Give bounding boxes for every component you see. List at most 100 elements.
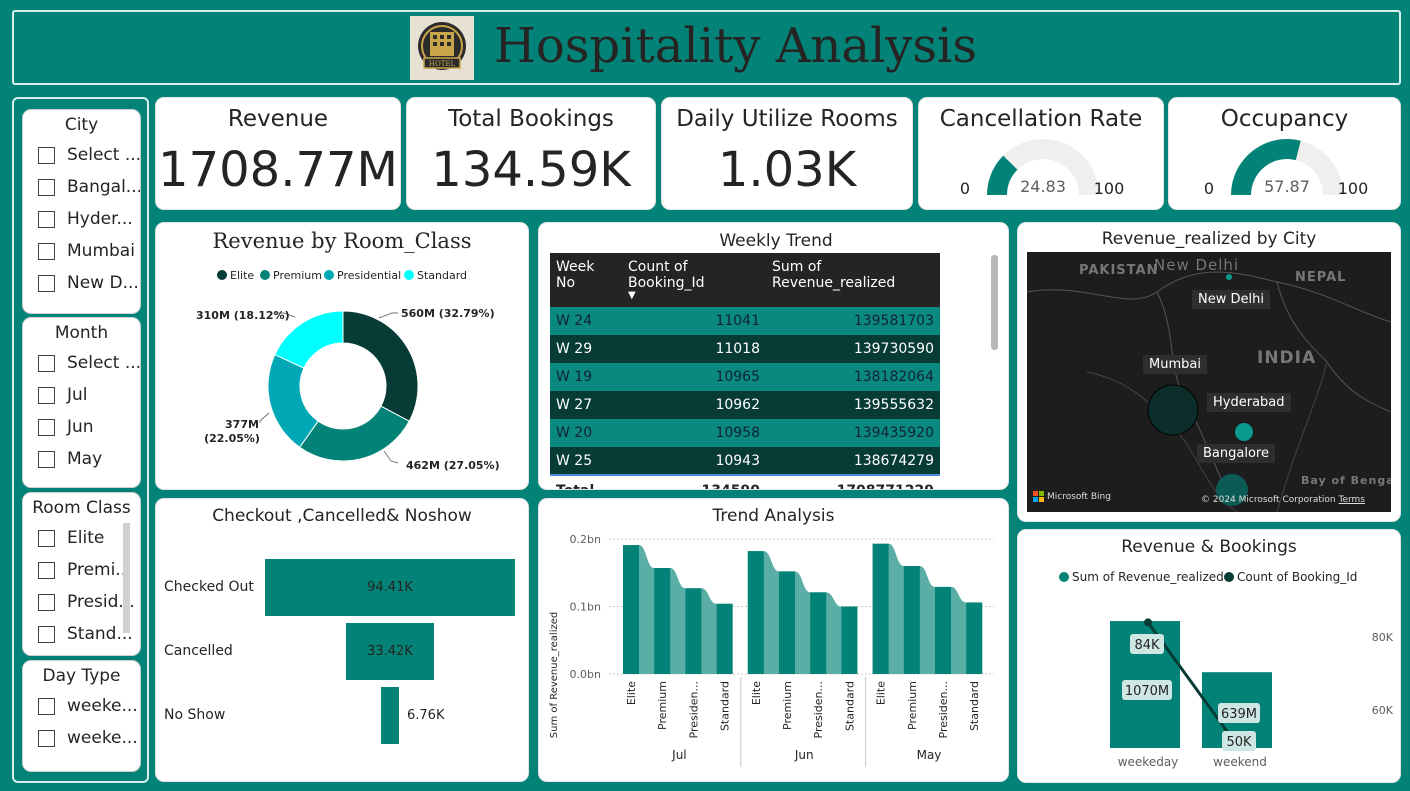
trend-area xyxy=(623,545,733,674)
checkbox-icon[interactable] xyxy=(38,146,55,164)
checkbox-icon[interactable] xyxy=(38,418,55,436)
column-header-revenue[interactable]: Sum of Revenue_realized xyxy=(766,253,940,307)
checkbox-icon[interactable] xyxy=(38,697,55,715)
city-slicer: City Select ... Bangal... Hyder... Mumba… xyxy=(22,109,141,314)
funnel-bar-no-show[interactable] xyxy=(381,687,399,744)
table-row[interactable]: W 27 10962 139555632 xyxy=(550,391,940,419)
occupancy-card[interactable]: Occupancy 57.87 0 100 xyxy=(1168,97,1401,210)
trend-bar xyxy=(935,586,951,674)
city-marker-mumbai[interactable] xyxy=(1147,384,1199,436)
legend-revenue: Sum of Revenue_realized xyxy=(1072,570,1224,584)
label-presidential-value: 377M xyxy=(225,418,259,431)
column-header-week[interactable]: Week No xyxy=(550,253,622,307)
month-option[interactable]: Jul xyxy=(23,379,140,411)
map-canvas[interactable]: PAKISTAN New Delhi NEPAL INDIA Bay of Be… xyxy=(1027,252,1391,512)
trend-bar xyxy=(685,588,702,674)
combo-bookings-label: 84K xyxy=(1134,638,1160,653)
city-marker-new-delhi[interactable] xyxy=(1226,274,1232,280)
map-city-label: New Delhi xyxy=(1192,290,1270,309)
funnel-label: No Show xyxy=(164,707,226,723)
city-option[interactable]: Select ... xyxy=(23,139,140,171)
microsoft-logo-icon xyxy=(1033,491,1044,502)
trend-chart: Sum of Revenue_realized 0.0bn0.1bn0.2bn … xyxy=(549,533,994,767)
legend-standard-marker xyxy=(404,270,414,280)
city-option[interactable]: Bangal... xyxy=(23,171,140,203)
y2-tick: 60K xyxy=(1372,704,1394,717)
trend-ytick: 0.1bn xyxy=(570,601,601,614)
table-scrollbar[interactable] xyxy=(991,255,998,350)
day-type-slicer-title: Day Type xyxy=(42,666,121,686)
checkbox-icon[interactable] xyxy=(38,593,55,611)
terms-link[interactable]: Terms xyxy=(1338,495,1365,505)
revenue-bookings-visual[interactable]: Revenue & Bookings Sum of Revenue_realiz… xyxy=(1017,529,1401,783)
revenue-card[interactable]: Revenue 1708.77M xyxy=(155,97,401,210)
leader-line xyxy=(383,450,399,464)
month-option[interactable]: Select ... xyxy=(23,347,140,379)
day-type-option[interactable]: weeke... xyxy=(23,690,140,722)
trend-xtick: Presiden... xyxy=(937,681,950,739)
weekly-title: Weekly Trend xyxy=(719,231,833,251)
table-row[interactable]: W 29 11018 139730590 xyxy=(550,335,940,363)
table-row[interactable]: W 24 11041 139581703 xyxy=(550,307,940,335)
table-row[interactable]: W 25 10943 138674279 xyxy=(550,447,940,475)
slicer-scrollbar[interactable] xyxy=(123,523,130,633)
checkbox-icon[interactable] xyxy=(38,529,55,547)
checkbox-icon[interactable] xyxy=(38,625,55,643)
map-label-bay-of-bengal: Bay of Bengal xyxy=(1301,474,1391,487)
legend-presidential: Presidential xyxy=(337,269,401,282)
checkbox-icon[interactable] xyxy=(38,354,55,372)
donut-chart: Elite Premium Presidential Standard 560M… xyxy=(196,269,500,472)
map-copyright: © 2024 Microsoft Corporation Terms xyxy=(1201,495,1365,505)
trend-bar xyxy=(841,606,858,674)
legend-revenue-marker xyxy=(1059,572,1069,582)
total-bookings-card[interactable]: Total Bookings 134.59K xyxy=(406,97,656,210)
trend-xtick: Standard xyxy=(719,681,732,731)
weekly-trend-visual[interactable]: Weekly Trend Week No Count of Booking_Id… xyxy=(538,222,1009,490)
table-row[interactable]: W 20 10958 139435920 xyxy=(550,419,940,447)
checkbox-icon[interactable] xyxy=(38,274,55,292)
table-row[interactable]: W 19 10965 138182064 xyxy=(550,363,940,391)
checkout-funnel-visual[interactable]: Checkout ,Cancelled& Noshow Checked Out … xyxy=(155,498,529,782)
sort-desc-icon[interactable]: ▼ xyxy=(628,291,760,301)
hotel-logo: HOTEL xyxy=(410,16,474,80)
trend-area xyxy=(747,551,858,674)
revenue-title: Revenue xyxy=(227,106,329,132)
trend-bar xyxy=(716,603,733,674)
city-option[interactable]: New D... xyxy=(23,267,140,299)
funnel-value-no-show: 6.76K xyxy=(407,708,445,723)
gauge-max: 100 xyxy=(1094,179,1125,198)
day-type-option[interactable]: weeke... xyxy=(23,722,140,754)
cancellation-rate-card[interactable]: Cancellation Rate 24.83 0 100 xyxy=(918,97,1164,210)
funnel-bar-checked-out[interactable]: 94.41K xyxy=(265,559,515,616)
revenue-by-city-visual[interactable]: Revenue_realized by City PAKISTAN New De… xyxy=(1017,222,1401,522)
checkbox-icon[interactable] xyxy=(38,178,55,196)
gauge-value: 57.87 xyxy=(1264,177,1310,196)
checkbox-icon[interactable] xyxy=(38,386,55,404)
daily-rooms-title: Daily Utilize Rooms xyxy=(676,106,898,132)
trend-xtick: Premium xyxy=(906,681,919,730)
checkbox-icon[interactable] xyxy=(38,729,55,747)
checkbox-icon[interactable] xyxy=(38,242,55,260)
month-option[interactable]: Jun xyxy=(23,411,140,443)
checkbox-icon[interactable] xyxy=(38,561,55,579)
funnel-bar-cancelled[interactable]: 33.42K xyxy=(345,623,435,680)
map-label-pakistan: PAKISTAN xyxy=(1079,263,1159,278)
checkbox-icon[interactable] xyxy=(38,450,55,468)
trend-analysis-visual[interactable]: Trend Analysis Sum of Revenue_realized 0… xyxy=(538,498,1009,782)
city-marker-hyderabad[interactable] xyxy=(1235,423,1253,441)
revenue-by-room-class-visual[interactable]: Revenue by Room_Class Elite Premium Pres… xyxy=(155,222,529,490)
label-elite: 560M (32.79%) xyxy=(401,307,495,320)
combo-revenue-label: 639M xyxy=(1221,707,1257,722)
funnel-label: Checked Out xyxy=(164,579,254,595)
city-option[interactable]: Mumbai xyxy=(23,235,140,267)
city-option[interactable]: Hyder... xyxy=(23,203,140,235)
checkbox-icon[interactable] xyxy=(38,210,55,228)
room-class-slicer-title: Room Class xyxy=(32,498,131,518)
leader-line xyxy=(378,312,398,319)
column-header-count[interactable]: Count of Booking_Id ▼ xyxy=(622,253,766,307)
day-type-slicer: Day Type weeke... weeke... xyxy=(22,660,141,772)
month-option[interactable]: May xyxy=(23,443,140,475)
daily-rooms-card[interactable]: Daily Utilize Rooms 1.03K xyxy=(661,97,913,210)
trend-bar xyxy=(779,571,795,674)
gauge-min: 0 xyxy=(1204,179,1214,198)
